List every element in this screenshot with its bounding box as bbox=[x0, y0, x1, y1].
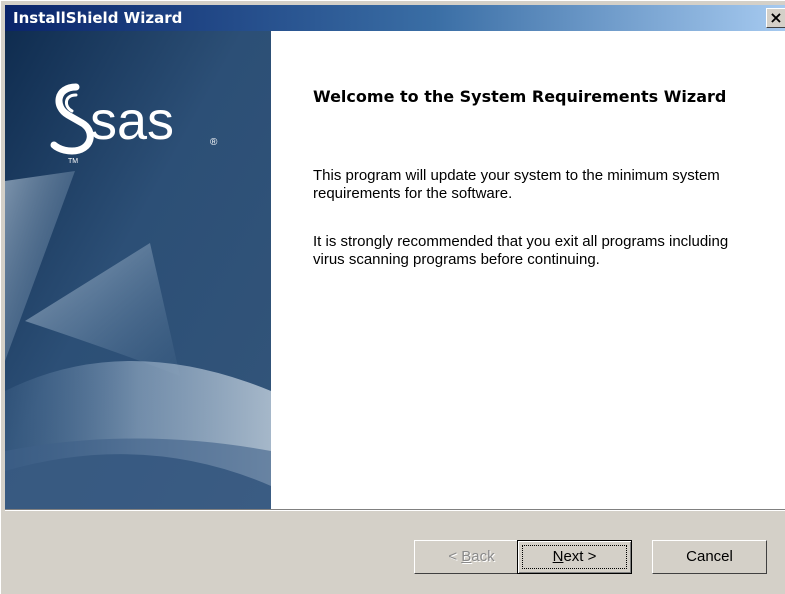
logo-wordmark: sas bbox=[90, 91, 174, 151]
window-title: InstallShield Wizard bbox=[13, 9, 183, 27]
welcome-content: Welcome to the System Requirements Wizar… bbox=[313, 87, 763, 268]
cancel-button-label: Cancel bbox=[686, 548, 733, 565]
page-title: Welcome to the System Requirements Wizar… bbox=[313, 87, 727, 106]
logo-registered: ® bbox=[210, 137, 218, 148]
back-button-label: < Back bbox=[448, 548, 495, 565]
side-banner-image: sas TM ® bbox=[5, 31, 271, 509]
close-button[interactable]: × bbox=[766, 8, 785, 28]
back-button[interactable]: < Back bbox=[414, 540, 529, 574]
next-button[interactable]: Next > bbox=[517, 540, 632, 574]
description-paragraph-2: It is strongly recommended that you exit… bbox=[313, 233, 729, 268]
logo-trademark: TM bbox=[68, 158, 78, 165]
description-paragraph-1: This program will update your system to … bbox=[313, 167, 720, 202]
footer-divider-highlight bbox=[5, 510, 785, 511]
installshield-wizard-window: InstallShield Wizard × sas TM ® Welcome … bbox=[0, 0, 785, 594]
title-bar[interactable]: InstallShield Wizard × bbox=[5, 5, 785, 31]
next-button-label: Next > bbox=[552, 548, 597, 565]
sas-logo-icon: sas TM ® bbox=[50, 83, 218, 165]
cancel-button[interactable]: Cancel bbox=[652, 540, 767, 574]
close-icon: × bbox=[769, 8, 783, 27]
